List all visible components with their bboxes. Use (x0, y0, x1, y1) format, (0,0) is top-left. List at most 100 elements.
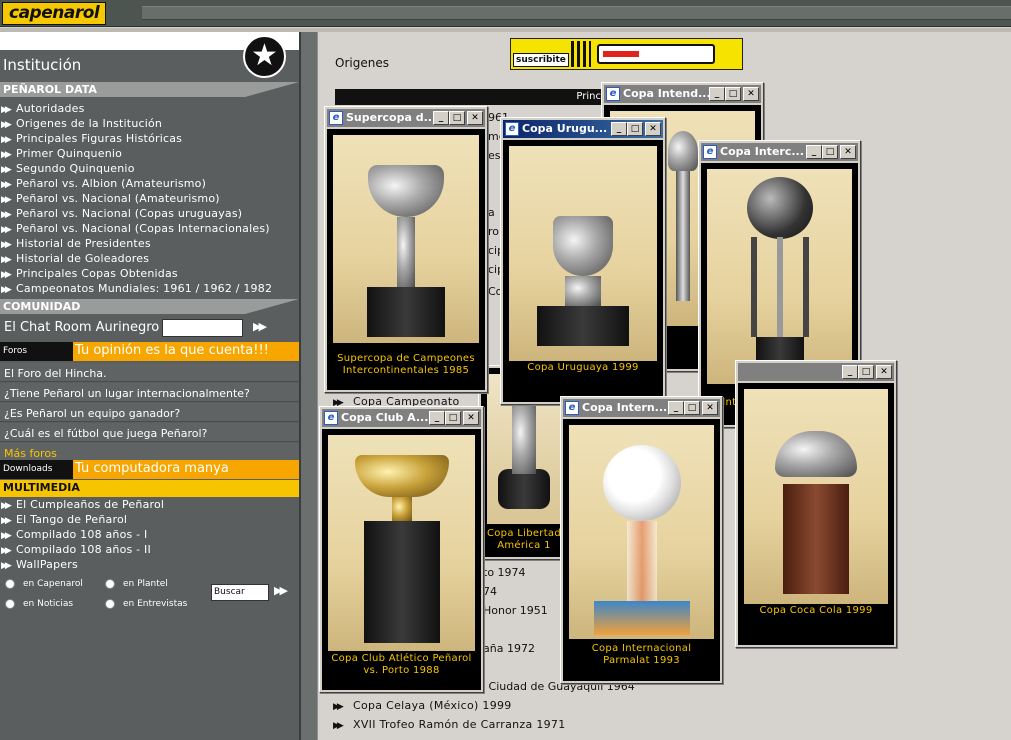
double-arrow-icon: ▶▶ (1, 270, 12, 280)
sidebar-link[interactable]: ▶▶ Principales Figuras Históricas (0, 132, 299, 147)
maximize-icon[interactable]: □ (725, 87, 741, 101)
popup-window-supercopa[interactable]: e Supercopa d... _ □ ✕ Supercopa de Campeone… (324, 106, 488, 393)
multimedia-link[interactable]: ▶▶ WallPapers (0, 558, 299, 573)
subscribe-banner[interactable]: suscribite (510, 38, 743, 70)
list-fragment: Honor 1951 (483, 604, 548, 617)
close-icon[interactable]: ✕ (463, 411, 479, 425)
chat-nick-input[interactable] (162, 319, 243, 337)
close-icon[interactable]: ✕ (702, 401, 718, 415)
close-icon[interactable]: ✕ (645, 122, 661, 136)
trophy-photo (333, 135, 479, 343)
downloads-label: Downloads (3, 464, 53, 474)
section-multimedia: MULTIMEDIA (0, 480, 299, 497)
double-arrow-icon: ▶▶ (1, 255, 12, 265)
link-label: Campeonatos Mundiales: 1961 / 1962 / 198… (16, 282, 273, 295)
chat-label[interactable]: El Chat Room Aurinegro (4, 320, 159, 335)
minimize-icon[interactable]: _ (433, 111, 449, 125)
sidebar-link[interactable]: ▶▶ Primer Quinquenio (0, 147, 299, 162)
forum-link[interactable]: ¿Tiene Peñarol un lugar internacionalmen… (0, 383, 299, 402)
search-input[interactable]: Buscar (211, 584, 269, 601)
site-logo[interactable]: capenarol (2, 2, 107, 25)
minimize-icon[interactable]: _ (842, 365, 858, 379)
sidebar: Institución ★ PEÑAROL DATA ▶▶ Autoridades… (0, 32, 299, 740)
sidebar-link[interactable]: ▶▶ Segundo Quinquenio (0, 162, 299, 177)
maximize-icon[interactable]: □ (822, 145, 838, 159)
double-arrow-icon: ▶▶ (1, 135, 12, 145)
forum-link[interactable]: ¿Es Peñarol un equipo ganador? (0, 403, 299, 422)
list-item[interactable]: ▶▶ Copa Celaya (México) 1999 (333, 699, 512, 712)
sidebar-link[interactable]: ▶▶ Peñarol vs. Nacional (Amateurismo) (0, 192, 299, 207)
minimize-icon[interactable]: _ (429, 411, 445, 425)
popup-window-uruguaya[interactable]: e Copa Urugu... _ □ ✕ Copa Uruguaya 1999 (500, 117, 666, 405)
ie-icon: e (703, 145, 717, 159)
double-arrow-icon: ▶▶ (1, 516, 12, 526)
maximize-icon[interactable]: □ (684, 401, 700, 415)
multimedia-link[interactable]: ▶▶ Compilado 108 años - I (0, 528, 299, 543)
sidebar-link[interactable]: ▶▶ Autoridades (0, 102, 299, 117)
trophy-base (498, 469, 550, 509)
popup-title: Copa Intern... (582, 401, 668, 414)
maximize-icon[interactable]: □ (627, 122, 643, 136)
popup-titlebar[interactable]: e Copa Intend... _ □ ✕ (604, 85, 761, 103)
popup-caption: Copa Internacional Parmalat 1993 (563, 643, 720, 667)
close-icon[interactable]: ✕ (840, 145, 856, 159)
sidebar-link[interactable]: ▶▶ Peñarol vs. Nacional (Copas uruguayas) (0, 207, 299, 222)
radio-circle-icon (105, 579, 115, 589)
maximize-icon[interactable]: □ (445, 411, 461, 425)
radio-capenarol[interactable]: en Capenarol (5, 579, 83, 589)
popup-titlebar[interactable]: e Supercopa d... _ □ ✕ (327, 109, 485, 127)
close-icon[interactable]: ✕ (876, 365, 892, 379)
chat-go-icon[interactable]: ▶▶ (253, 320, 267, 333)
double-arrow-icon: ▶▶ (1, 165, 12, 175)
search-go-icon[interactable]: ▶▶ (274, 584, 288, 597)
popup-titlebar[interactable]: e Copa Urugu... _ □ ✕ (503, 120, 663, 138)
sidebar-link[interactable]: ▶▶ Historial de Presidentes (0, 237, 299, 252)
maximize-icon[interactable]: □ (449, 111, 465, 125)
radio-noticias[interactable]: en Noticias (5, 599, 73, 609)
multimedia-link[interactable]: ▶▶ El Tango de Peñarol (0, 513, 299, 528)
popup-title: Copa Club A... (341, 411, 429, 424)
link-label: Autoridades (16, 102, 85, 115)
minimize-icon[interactable]: _ (806, 145, 822, 159)
forum-link[interactable]: ¿Cuál es el fútbol que juega Peñarol? (0, 423, 299, 442)
maximize-icon[interactable]: □ (858, 365, 874, 379)
minimize-icon[interactable]: _ (709, 87, 725, 101)
popup-window-cocacola[interactable]: _ □ ✕ Copa Coca Cola 1999 (735, 360, 897, 648)
close-icon[interactable]: ✕ (743, 87, 759, 101)
popup-titlebar[interactable]: e Copa Interc... _ □ ✕ (701, 143, 858, 161)
link-label: Peñarol vs. Nacional (Copas Internaciona… (16, 222, 270, 235)
sidebar-link[interactable]: ▶▶ Campeonatos Mundiales: 1961 / 1962 / 1… (0, 282, 299, 297)
link-label: El Tango de Peñarol (16, 513, 128, 526)
sidebar-link[interactable]: ▶▶ Peñarol vs. Albion (Amateurismo) (0, 177, 299, 192)
multimedia-link[interactable]: ▶▶ El Cumpleaños de Peñarol (0, 498, 299, 513)
foros-banner[interactable]: Tu opinión es la que cuenta!!! (73, 342, 299, 361)
sidebar-link[interactable]: ▶▶ Principales Copas Obtenidas (0, 267, 299, 282)
list-item[interactable]: ▶▶ XVII Trofeo Ramón de Carranza 1971 (333, 718, 566, 731)
popup-titlebar[interactable]: _ □ ✕ (738, 363, 894, 381)
popup-window-parmalat[interactable]: e Copa Intern... _ □ ✕ Copa Internacional Par… (560, 396, 723, 684)
caption-line: Copa Coca Cola 1999 (759, 605, 873, 616)
list-fragment: aña 1972 (483, 642, 535, 655)
radio-entrevistas[interactable]: en Entrevistas (105, 599, 187, 609)
trophy-base (593, 601, 690, 635)
popup-titlebar[interactable]: e Copa Intern... _ □ ✕ (563, 399, 720, 417)
minimize-icon[interactable]: _ (611, 122, 627, 136)
sidebar-link[interactable]: ▶▶ Origenes de la Institución (0, 117, 299, 132)
close-icon[interactable]: ✕ (467, 111, 483, 125)
downloads-banner[interactable]: Tu computadora manya (73, 460, 299, 479)
forum-link[interactable]: El Foro del Hincha. (0, 363, 299, 382)
caption-line: América 1 (497, 540, 551, 551)
minimize-icon[interactable]: _ (668, 401, 684, 415)
sidebar-link[interactable]: ▶▶ Peñarol vs. Nacional (Copas Internacio… (0, 222, 299, 237)
sidebar-link[interactable]: ▶▶ Historial de Goleadores (0, 252, 299, 267)
multimedia-link[interactable]: ▶▶ Compilado 108 años - II (0, 543, 299, 558)
radio-plantel[interactable]: en Plantel (105, 579, 168, 589)
trophy-crown (775, 431, 857, 477)
popup-window-club-atletico[interactable]: e Copa Club A... _ □ ✕ Copa Club Atlético Pe… (319, 406, 484, 693)
popup-body: Copa Club Atlético Peñarol vs. Porto 1988 (322, 429, 481, 690)
popup-titlebar[interactable]: e Copa Club A... _ □ ✕ (322, 409, 481, 427)
ie-icon: e (505, 122, 519, 136)
trophy-ball (746, 177, 813, 239)
double-arrow-icon: ▶▶ (1, 210, 12, 220)
popup-title: Copa Intend... (623, 87, 711, 100)
